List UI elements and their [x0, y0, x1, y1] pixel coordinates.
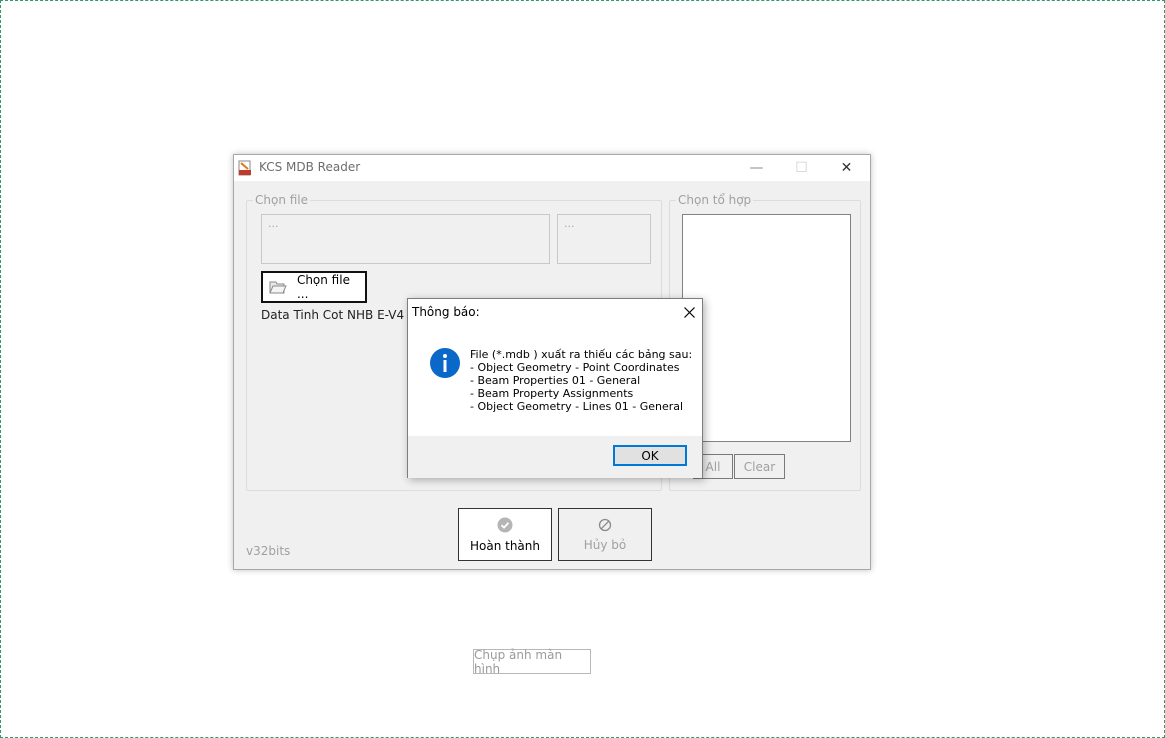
cancel-circle-icon — [598, 518, 612, 531]
dialog-footer: OK — [408, 436, 702, 478]
folder-open-icon — [269, 281, 287, 294]
screenshot-button[interactable]: Chụp ảnh màn hình — [473, 648, 591, 676]
close-button[interactable]: ✕ — [824, 155, 869, 181]
message-line: - Beam Properties 01 - General — [470, 374, 641, 387]
title-bar[interactable]: KCS MDB Reader — ☐ ✕ — [234, 155, 870, 181]
message-line: File (*.mdb ) xuất ra thiếu các bảng sau… — [470, 348, 693, 361]
message-dialog: Thông báo: File (*.mdb ) xuất ra thiếu c… — [407, 298, 703, 478]
choose-file-button[interactable]: Chọn file ... — [261, 271, 367, 303]
info-icon — [430, 348, 460, 378]
message-line: - Object Geometry - Lines 01 - General — [470, 400, 684, 413]
app-icon — [238, 160, 251, 176]
close-icon — [683, 306, 695, 318]
combination-listbox[interactable] — [682, 214, 851, 442]
finish-button[interactable]: Hoàn thành — [458, 508, 552, 561]
file-path-field: ... — [261, 214, 550, 264]
version-label: v32bits — [246, 544, 291, 558]
minimize-icon: — — [749, 160, 764, 176]
dialog-title: Thông báo: — [412, 305, 480, 319]
data-file-name: Data Tinh Cot NHB E-V4 23 — [261, 308, 421, 322]
cancel-button[interactable]: Hủy bỏ — [558, 508, 652, 561]
dialog-close-button[interactable] — [678, 302, 700, 322]
window-title: KCS MDB Reader — [259, 160, 361, 174]
minimize-button[interactable]: — — [734, 155, 779, 181]
finish-label: Hoàn thành — [469, 538, 540, 553]
check-circle-icon — [497, 517, 513, 532]
message-line: - Beam Property Assignments — [470, 387, 634, 400]
close-icon: ✕ — [840, 160, 853, 176]
file-group-label: Chọn file — [253, 193, 311, 207]
choose-file-label: Chọn file ... — [296, 273, 350, 301]
file-ext-field: ... — [557, 214, 651, 264]
clear-button[interactable]: Clear — [734, 454, 785, 479]
maximize-icon: ☐ — [795, 160, 808, 176]
message-line: - Object Geometry - Point Coordinates — [470, 361, 680, 374]
ok-button[interactable]: OK — [613, 445, 687, 466]
dialog-message: File (*.mdb ) xuất ra thiếu các bảng sau… — [470, 348, 692, 413]
cancel-label: Hủy bỏ — [583, 537, 627, 552]
maximize-button[interactable]: ☐ — [779, 155, 824, 181]
combo-group-label: Chọn tổ hợp — [676, 193, 754, 207]
